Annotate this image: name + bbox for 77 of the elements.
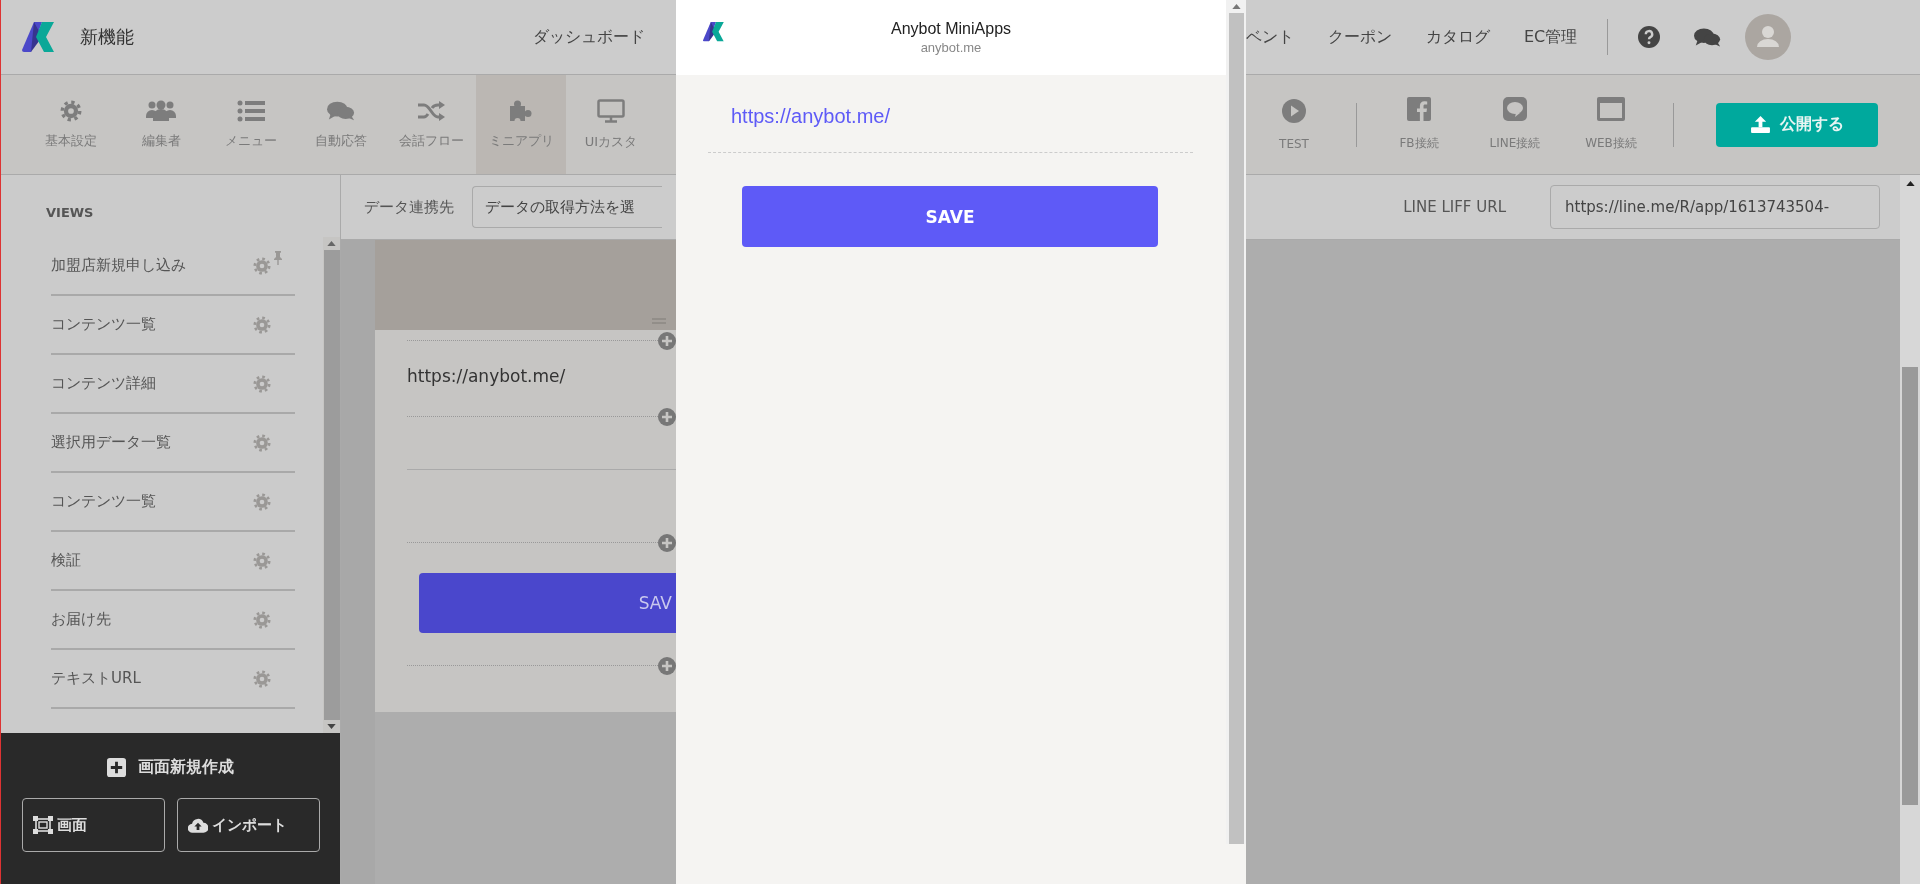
- list-icon: [237, 99, 265, 122]
- help-icon[interactable]: [1638, 26, 1661, 48]
- popup-domain: anybot.me: [920, 40, 982, 55]
- toolbar-tab[interactable]: UIカスタ: [566, 75, 656, 174]
- liff-url-field[interactable]: https://line.me/R/app/1613743504-: [1550, 185, 1880, 229]
- settings-icon[interactable]: [253, 492, 271, 511]
- cloud-upload-icon: [187, 817, 208, 833]
- preview-url-text: https://anybot.me/: [407, 366, 567, 386]
- monitor-icon: [597, 98, 625, 123]
- field-label: LINE LIFF URL: [1403, 198, 1506, 216]
- browser-window-icon: [1597, 97, 1625, 121]
- view-list-item[interactable]: コンテンツ一覧: [51, 473, 295, 532]
- chat-bubble-icon: [1503, 97, 1527, 121]
- popup-logo: [703, 22, 726, 42]
- toolbar-tab[interactable]: 編集者: [116, 75, 206, 174]
- facebook-icon: [1407, 97, 1431, 121]
- play-icon: [1282, 98, 1306, 123]
- gear-icon: [60, 99, 82, 122]
- settings-icon[interactable]: [253, 669, 271, 688]
- toolbar-tab[interactable]: 会話フロー: [386, 75, 476, 174]
- import-button[interactable]: インポート: [176, 798, 320, 852]
- scrollbar[interactable]: [1226, 0, 1246, 844]
- toolbar-button[interactable]: WEB接続: [1563, 75, 1659, 174]
- nav-link[interactable]: カタログ: [1426, 26, 1490, 48]
- app-title: 新機能: [80, 25, 134, 49]
- view-list-item[interactable]: テキストURL: [51, 650, 295, 709]
- toolbar-button[interactable]: LINE接続: [1467, 75, 1563, 174]
- url-link[interactable]: https://anybot.me/: [731, 105, 890, 128]
- data-source-select[interactable]: データの取得方法を選: [472, 186, 662, 228]
- view-list-item[interactable]: 検証: [51, 532, 295, 591]
- avatar-icon[interactable]: [1745, 14, 1792, 60]
- toolbar-tab[interactable]: 基本設定: [26, 75, 116, 174]
- scrollbar[interactable]: [323, 237, 340, 733]
- create-screen-button[interactable]: 画面新規作成: [107, 757, 234, 778]
- toolbar-tab[interactable]: メニュー: [206, 75, 296, 174]
- settings-icon[interactable]: [253, 610, 271, 629]
- view-list-item[interactable]: コンテンツ一覧: [51, 296, 295, 355]
- publish-button[interactable]: 公開する: [1716, 102, 1878, 147]
- frame-icon: [32, 816, 53, 834]
- nav-link[interactable]: EC管理: [1524, 26, 1578, 48]
- scrollbar[interactable]: [1900, 175, 1920, 884]
- add-icon[interactable]: [658, 657, 676, 675]
- view-list-item[interactable]: 選択用データ一覧: [51, 414, 295, 473]
- field-label: データ連携先: [364, 197, 454, 217]
- settings-icon[interactable]: [253, 315, 271, 334]
- toolbar-tab[interactable]: 自動応答: [296, 75, 386, 174]
- scroll-down-icon[interactable]: [327, 724, 336, 729]
- puzzle-icon: [509, 99, 533, 122]
- settings-icon[interactable]: [253, 551, 271, 570]
- view-list-item[interactable]: お届け先: [51, 591, 295, 650]
- settings-icon[interactable]: [253, 374, 271, 393]
- chat-icon[interactable]: [1694, 26, 1722, 48]
- nav-link[interactable]: ダッシュボード: [533, 26, 645, 46]
- add-icon[interactable]: [658, 534, 676, 552]
- app-logo: [22, 22, 56, 52]
- nav-link[interactable]: ベント: [1246, 26, 1294, 48]
- screen-button[interactable]: 画面: [21, 798, 165, 852]
- upload-icon: [1750, 116, 1770, 133]
- chat-icon: [327, 99, 355, 122]
- view-list-item[interactable]: コンテンツ詳細: [51, 355, 295, 414]
- toolbar-button[interactable]: TEST: [1246, 75, 1342, 174]
- popup-title: Anybot MiniApps: [890, 20, 1012, 38]
- shuffle-icon: [417, 99, 445, 122]
- add-icon[interactable]: [658, 332, 676, 350]
- pin-icon[interactable]: [273, 251, 283, 265]
- toolbar-button[interactable]: FB接続: [1371, 75, 1467, 174]
- nav-link[interactable]: クーポン: [1328, 26, 1392, 48]
- plus-icon: [107, 758, 126, 777]
- scroll-up-icon[interactable]: [1905, 181, 1915, 186]
- view-list-item[interactable]: 加盟店新規申し込み: [51, 237, 295, 296]
- save-button[interactable]: SAVE: [742, 186, 1158, 247]
- users-icon: [146, 99, 176, 122]
- settings-icon[interactable]: [253, 256, 271, 275]
- preview-save-button[interactable]: SAV: [419, 573, 676, 633]
- settings-icon[interactable]: [253, 433, 271, 452]
- add-icon[interactable]: [658, 408, 676, 426]
- section-heading: VIEWS: [45, 204, 95, 222]
